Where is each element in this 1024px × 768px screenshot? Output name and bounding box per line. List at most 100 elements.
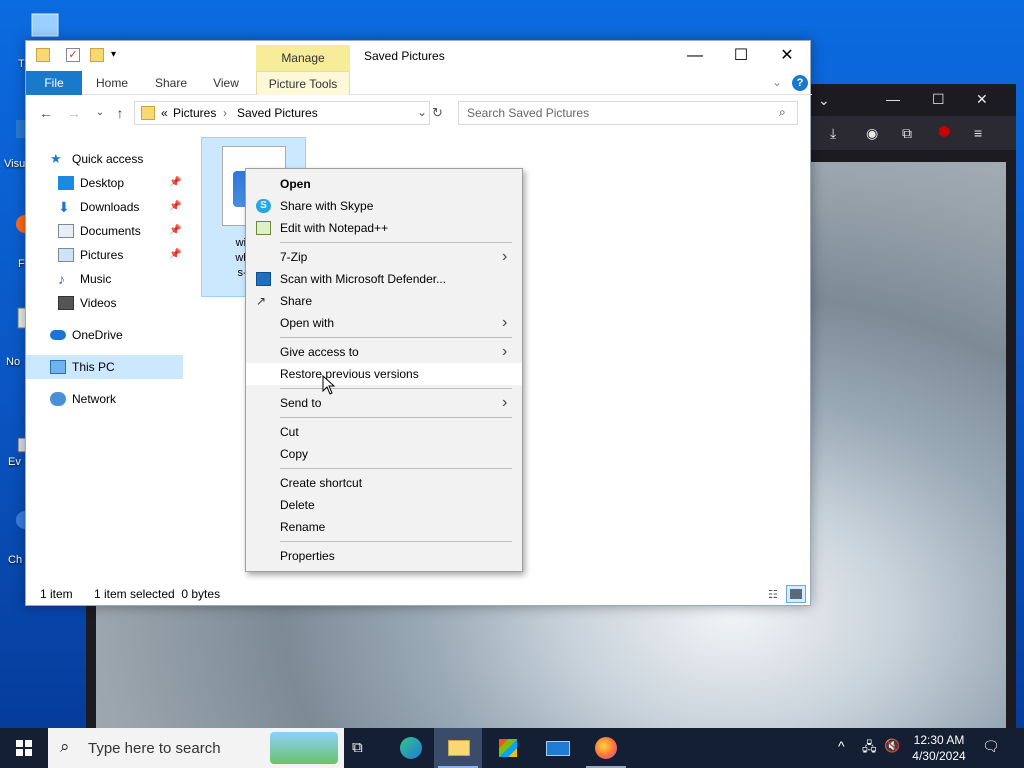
menu-item-send-to[interactable]: Send to › xyxy=(246,392,522,414)
large-icons-view-button[interactable] xyxy=(786,585,806,603)
extensions-icon[interactable]: ⧉ xyxy=(902,126,912,140)
search-icon: ⌕ xyxy=(779,105,786,119)
file-explorer-taskbar-button[interactable] xyxy=(434,728,482,768)
start-button[interactable] xyxy=(0,728,48,768)
search-input[interactable]: Search Saved Pictures ⌕ xyxy=(458,101,798,125)
breadcrumb-saved-pictures[interactable]: Saved Pictures xyxy=(237,106,318,120)
menu-item-label: Edit with Notepad++ xyxy=(280,221,389,235)
chevron-right-icon: › xyxy=(502,394,508,411)
pictures-icon xyxy=(58,248,74,262)
customize-qat-icon[interactable]: ▾ xyxy=(111,49,116,60)
close-icon[interactable]: ✕ xyxy=(976,92,988,106)
tab-view[interactable]: View xyxy=(204,71,248,95)
recent-locations-button[interactable]: ⌄ xyxy=(90,103,110,123)
breadcrumb-overflow[interactable]: « xyxy=(161,106,168,120)
menu-item-delete[interactable]: Delete xyxy=(246,494,522,516)
search-placeholder: Search Saved Pictures xyxy=(467,106,590,120)
chevron-right-icon: › xyxy=(502,314,508,331)
breadcrumb-separator: › xyxy=(223,106,227,120)
quick-access-toolbar: ✓ ▾ Manage Saved Pictures — ☐ ✕ xyxy=(26,41,812,71)
properties-icon[interactable]: ✓ xyxy=(66,48,80,62)
menu-icon[interactable]: ≡ xyxy=(974,126,982,140)
menu-item-properties[interactable]: Properties xyxy=(246,545,522,567)
show-hidden-icons-icon[interactable]: ^ xyxy=(838,738,845,754)
menu-item-restore-previous-versions[interactable]: Restore previous versions xyxy=(246,363,522,385)
notifications-icon[interactable]: 🗨 xyxy=(982,738,1000,755)
menu-item-open-with[interactable]: Open with › xyxy=(246,312,522,334)
recycle-bin-icon[interactable] xyxy=(30,12,60,40)
tab-manage[interactable]: Manage xyxy=(256,45,350,71)
nav-label: Downloads xyxy=(80,200,140,214)
menu-item-label: 7-Zip xyxy=(280,250,308,264)
new-folder-icon[interactable] xyxy=(90,48,104,62)
refresh-icon[interactable]: ↻ xyxy=(432,105,443,121)
chevron-right-icon: › xyxy=(502,343,508,360)
details-view-button[interactable]: ☷ xyxy=(764,585,784,603)
nav-label: Documents xyxy=(80,224,141,238)
menu-item-7zip[interactable]: 7-Zip › xyxy=(246,246,522,268)
computer-icon xyxy=(50,360,66,374)
tab-home[interactable]: Home xyxy=(88,71,136,95)
minimize-button[interactable]: — xyxy=(672,41,718,71)
menu-item-cut[interactable]: Cut xyxy=(246,421,522,443)
nav-label: This PC xyxy=(72,360,115,374)
menu-item-give-access[interactable]: Give access to › xyxy=(246,341,522,363)
up-button[interactable]: ↑ xyxy=(110,103,130,123)
menu-item-copy[interactable]: Copy xyxy=(246,443,522,465)
menu-item-rename[interactable]: Rename xyxy=(246,516,522,538)
account-icon[interactable]: ◉ xyxy=(866,126,878,140)
maximize-button[interactable]: ☐ xyxy=(718,41,764,71)
help-icon[interactable]: ? xyxy=(792,75,808,91)
network-tray-icon[interactable]: 🖧 xyxy=(862,738,877,760)
nav-label: Desktop xyxy=(80,176,125,190)
mail-taskbar-button[interactable] xyxy=(534,728,582,768)
tab-list-chevron-icon[interactable]: ⌄ xyxy=(818,93,830,107)
taskbar-search-box[interactable]: ⌕ Type here to search xyxy=(48,728,344,768)
tab-picture-tools[interactable]: Picture Tools xyxy=(256,71,350,95)
pin-icon: 📌 xyxy=(169,225,182,236)
menu-separator xyxy=(280,468,512,469)
firefox-taskbar-button[interactable] xyxy=(582,728,630,768)
address-dropdown-icon[interactable]: ⌄ xyxy=(417,105,427,119)
download-icon[interactable]: ⤓ xyxy=(830,126,836,140)
nav-label: OneDrive xyxy=(72,328,123,342)
menu-item-open[interactable]: Open xyxy=(246,173,522,195)
clock-time: 12:30 AM xyxy=(913,733,965,747)
menu-item-label: Share xyxy=(280,294,313,308)
ribbon-tabs: File Home Share View Picture Tools ⌄ ? xyxy=(26,71,812,95)
close-button[interactable]: ✕ xyxy=(764,41,810,71)
menu-item-edit-notepadpp[interactable]: Edit with Notepad++ xyxy=(246,217,522,239)
clock-date: 4/30/2024 xyxy=(912,749,966,763)
item-count: 1 item xyxy=(40,587,73,601)
nav-label: Music xyxy=(80,272,112,286)
address-input[interactable]: « Pictures › Saved Pictures ⌄ xyxy=(134,101,430,125)
menu-item-label: Open xyxy=(280,177,311,191)
windows-logo-icon xyxy=(16,740,32,756)
large-icons-view-icon xyxy=(790,589,802,599)
menu-item-share[interactable]: ↗ Share xyxy=(246,290,522,312)
edge-taskbar-button[interactable] xyxy=(386,728,434,768)
tab-share[interactable]: Share xyxy=(146,71,196,95)
store-taskbar-button[interactable] xyxy=(484,728,532,768)
minimize-icon[interactable]: — xyxy=(886,92,900,106)
tab-file[interactable]: File xyxy=(26,71,82,95)
task-view-icon: ⧉ xyxy=(352,739,363,756)
menu-item-label: Rename xyxy=(280,520,326,534)
notepadpp-icon xyxy=(256,221,271,235)
menu-item-share-with-skype[interactable]: S Share with Skype xyxy=(246,195,522,217)
breadcrumb-pictures[interactable]: Pictures xyxy=(173,106,216,120)
maximize-icon[interactable]: ☐ xyxy=(932,92,945,106)
folder-icon xyxy=(36,48,50,62)
task-view-button[interactable]: ⧉ xyxy=(336,728,384,768)
forward-button[interactable]: → xyxy=(64,103,84,123)
menu-item-scan-defender[interactable]: Scan with Microsoft Defender... xyxy=(246,268,522,290)
volume-muted-icon[interactable]: 🔇 xyxy=(884,738,900,754)
pin-icon: 📌 xyxy=(169,249,182,260)
address-bar-row: ← → ⌄ ↑ « Pictures › Saved Pictures ⌄ ↻ … xyxy=(26,97,812,129)
ublock-icon[interactable]: ⬢ xyxy=(938,124,950,138)
back-button[interactable]: ← xyxy=(36,103,56,123)
menu-item-create-shortcut[interactable]: Create shortcut xyxy=(246,472,522,494)
menu-item-label: Restore previous versions xyxy=(280,367,419,381)
clock[interactable]: 12:30 AM 4/30/2024 xyxy=(904,732,974,764)
expand-ribbon-icon[interactable]: ⌄ xyxy=(772,75,782,89)
